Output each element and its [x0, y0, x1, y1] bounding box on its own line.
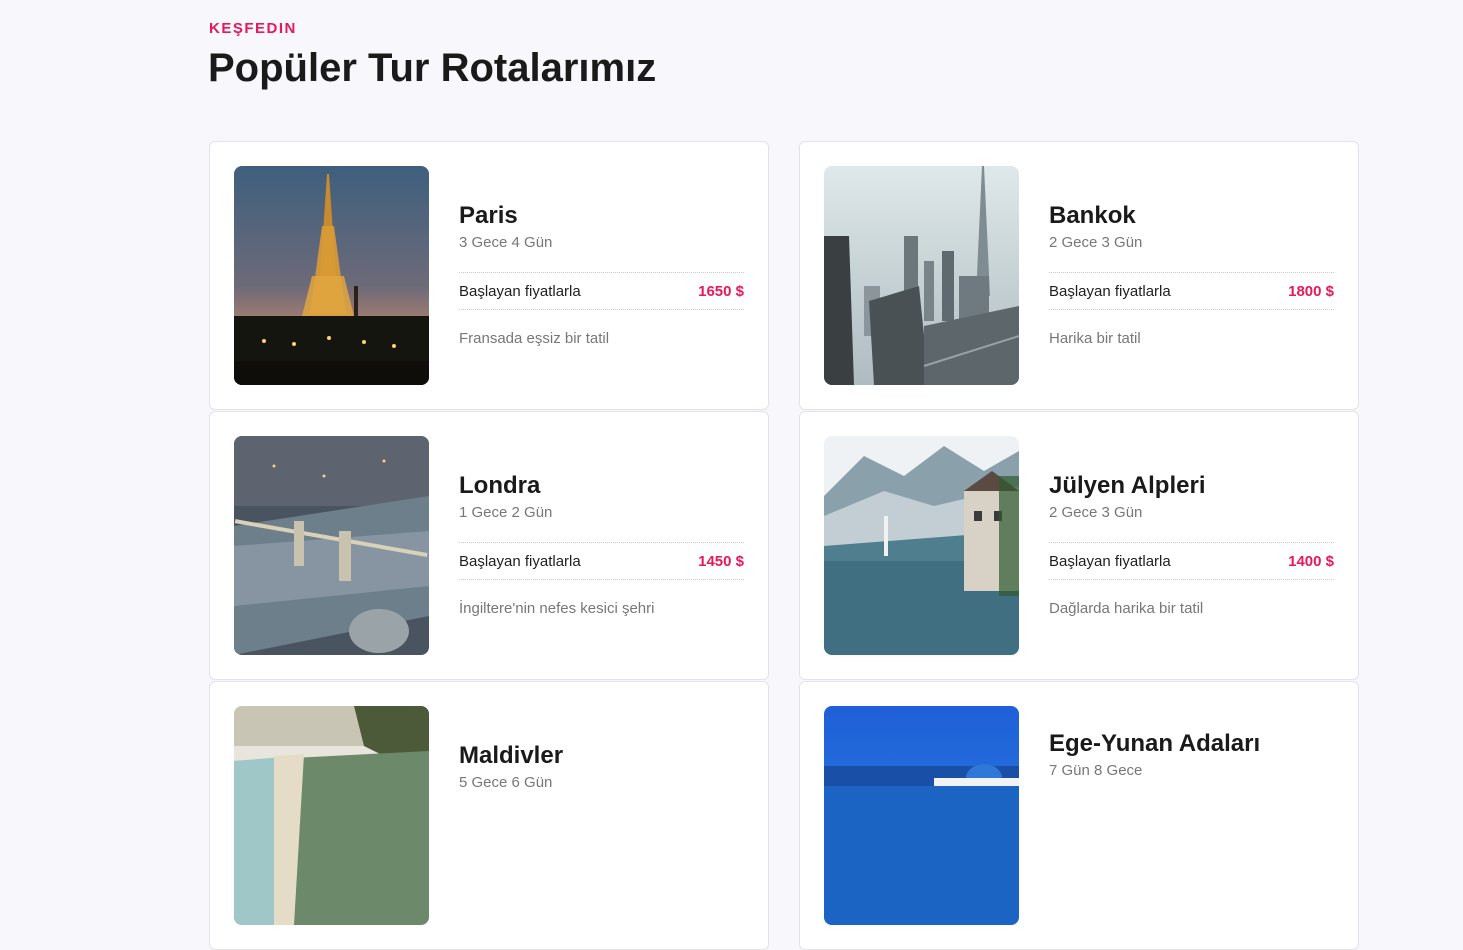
tour-name[interactable]: Ege-Yunan Adaları [1049, 730, 1334, 758]
greek-island-photo[interactable] [824, 706, 1019, 925]
tour-duration: 5 Gece 6 Gün [459, 774, 553, 791]
page-title: Popüler Tur Rotalarımız [208, 46, 657, 90]
price-row: Başlayan fiyatlarla 1400 $ [1049, 542, 1334, 580]
price-row: Başlayan fiyatlarla 1450 $ [459, 542, 744, 580]
tour-description: Dağlarda harika bir tatil [1049, 600, 1204, 617]
tour-duration: 1 Gece 2 Gün [459, 504, 553, 521]
eiffel-tower-photo[interactable] [234, 166, 429, 385]
tour-price: 1650 $ [698, 282, 744, 300]
tour-price: 1450 $ [698, 552, 744, 570]
tower-bridge-photo[interactable] [234, 436, 429, 655]
tour-duration: 2 Gece 3 Gün [1049, 504, 1143, 521]
price-label: Başlayan fiyatlarla [459, 552, 581, 570]
tour-description: İngiltere'nin nefes kesici şehri [459, 600, 655, 617]
tour-card-londra[interactable]: Londra 1 Gece 2 Gün Başlayan fiyatlarla … [209, 411, 769, 680]
tour-duration: 3 Gece 4 Gün [459, 234, 553, 251]
tour-name[interactable]: Maldivler [459, 742, 744, 770]
tour-price: 1400 $ [1288, 552, 1334, 570]
price-row: Başlayan fiyatlarla 1650 $ [459, 272, 744, 310]
city-skyline-photo[interactable] [824, 166, 1019, 385]
tour-name[interactable]: Londra [459, 472, 744, 500]
section-eyebrow: KEŞFEDIN [209, 20, 297, 37]
price-row: Başlayan fiyatlarla 1800 $ [1049, 272, 1334, 310]
price-label: Başlayan fiyatlarla [1049, 552, 1171, 570]
price-label: Başlayan fiyatlarla [459, 282, 581, 300]
tour-card-bankok[interactable]: Bankok 2 Gece 3 Gün Başlayan fiyatlarla … [799, 141, 1359, 410]
tour-name[interactable]: Paris [459, 202, 744, 230]
tour-card-ege-yunan-adalari[interactable]: Ege-Yunan Adaları 7 Gün 8 Gece [799, 681, 1359, 950]
tour-duration: 7 Gün 8 Gece [1049, 762, 1143, 779]
tour-card-paris[interactable]: Paris 3 Gece 4 Gün Başlayan fiyatlarla 1… [209, 141, 769, 410]
tour-card-julyen-alpleri[interactable]: Jülyen Alpleri 2 Gece 3 Gün Başlayan fiy… [799, 411, 1359, 680]
tour-grid: Paris 3 Gece 4 Gün Başlayan fiyatlarla 1… [209, 141, 1359, 950]
tour-description: Harika bir tatil [1049, 330, 1141, 347]
tour-description: Fransada eşsiz bir tatil [459, 330, 610, 347]
tour-price: 1800 $ [1288, 282, 1334, 300]
tour-name[interactable]: Bankok [1049, 202, 1334, 230]
tour-duration: 2 Gece 3 Gün [1049, 234, 1143, 251]
price-label: Başlayan fiyatlarla [1049, 282, 1171, 300]
tour-card-maldivler[interactable]: Maldivler 5 Gece 6 Gün [209, 681, 769, 950]
tropical-beach-photo[interactable] [234, 706, 429, 925]
tour-name[interactable]: Jülyen Alpleri [1049, 472, 1334, 500]
alpine-lake-village-photo[interactable] [824, 436, 1019, 655]
